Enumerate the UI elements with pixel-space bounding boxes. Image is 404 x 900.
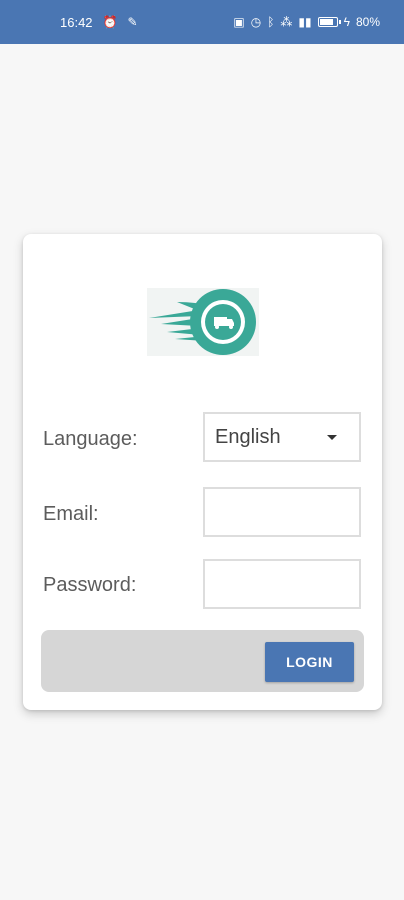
status-time: 16:42	[60, 14, 93, 30]
battery-icon	[317, 17, 341, 27]
charging-icon: ϟ	[343, 15, 350, 29]
email-label: Email:	[43, 503, 99, 525]
action-bar: LOGIN	[41, 630, 364, 692]
language-selected-value: English	[215, 425, 281, 448]
logo-icon	[149, 289, 256, 355]
app-logo	[147, 288, 259, 356]
alarm-icon: ⏰	[102, 15, 118, 29]
nfc-icon: ▣	[233, 15, 245, 29]
password-input[interactable]	[203, 559, 361, 609]
password-label: Password:	[43, 574, 137, 596]
battery-percent: 80%	[355, 15, 380, 29]
language-label: Language:	[43, 428, 138, 450]
volte-icon: ⁂	[280, 15, 293, 29]
clock-icon: ◷	[250, 15, 262, 29]
pen-icon: ✎	[127, 15, 138, 29]
email-input[interactable]	[203, 487, 361, 537]
language-select[interactable]: English	[203, 412, 361, 462]
bluetooth-icon: ᛒ	[267, 15, 275, 29]
status-bar: 16:42 ⏰ ✎ ▣ ◷ ᛒ ⁂ ▮▮ ϟ 80%	[0, 0, 404, 44]
status-left: 16:42 ⏰ ✎	[60, 15, 138, 30]
login-button[interactable]: LOGIN	[265, 642, 354, 682]
signal-icon: ▮▮	[298, 15, 312, 29]
dropdown-arrow-icon	[327, 434, 337, 440]
status-right: ▣ ◷ ᛒ ⁂ ▮▮ ϟ 80%	[233, 15, 380, 29]
login-card: Language: English Email: Password: LOGIN	[23, 234, 382, 710]
